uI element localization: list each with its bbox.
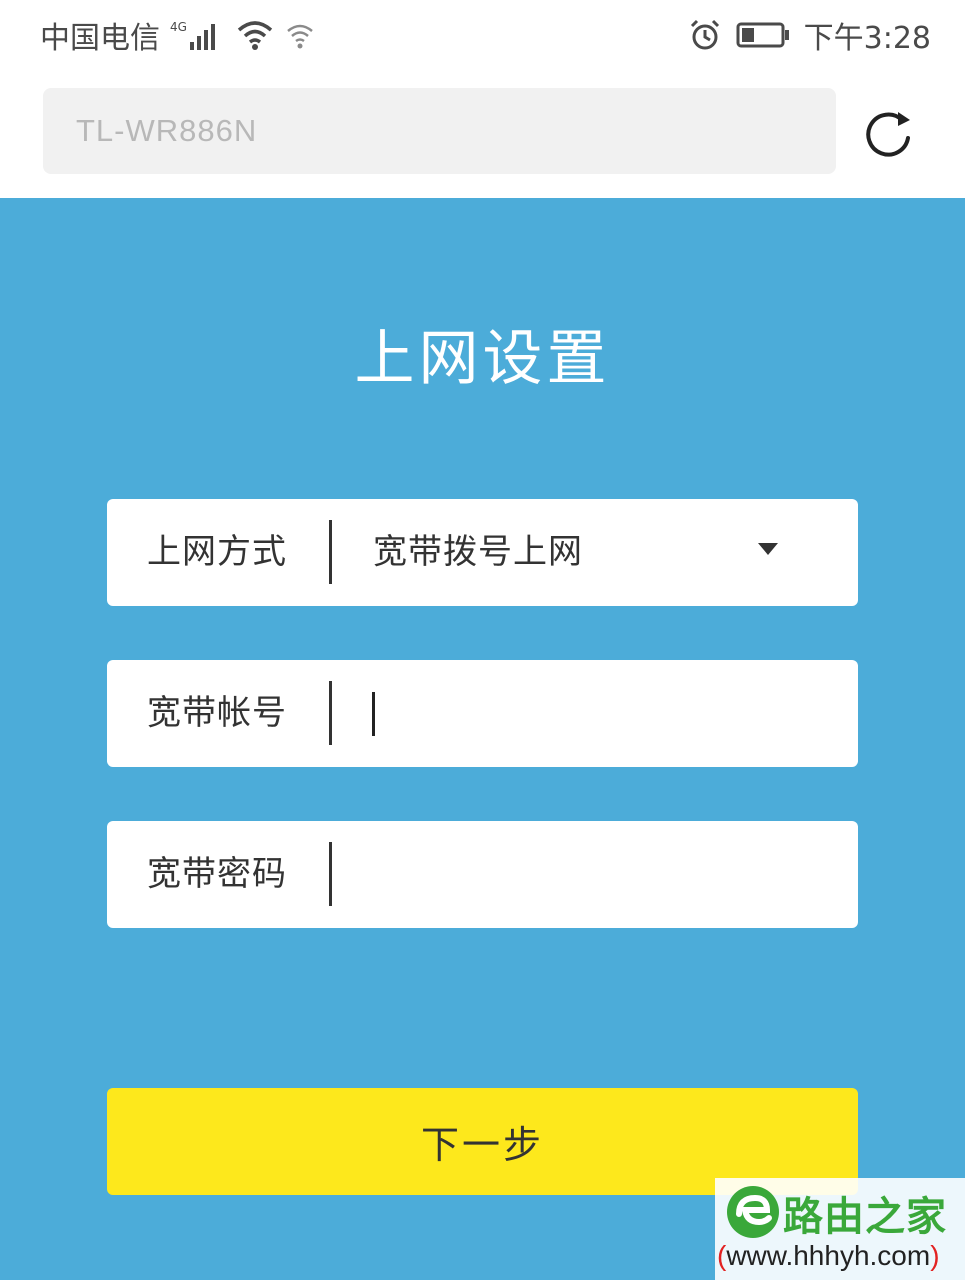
watermark-name: 路由之家 bbox=[783, 1194, 947, 1240]
watermark-url: (www.hhhyh.com) bbox=[717, 1240, 940, 1271]
password-field[interactable]: 宽带密码 bbox=[107, 821, 858, 928]
wifi-icon bbox=[236, 19, 274, 51]
clock-label: 下午3:28 bbox=[803, 21, 931, 56]
url-field[interactable]: TL-WR886N bbox=[43, 88, 836, 174]
network-type-label: 4G bbox=[170, 20, 187, 34]
hotspot-icon bbox=[284, 19, 316, 51]
account-field[interactable]: 宽带帐号 bbox=[107, 660, 858, 767]
connection-type-label: 上网方式 bbox=[147, 532, 287, 572]
text-cursor bbox=[372, 692, 375, 736]
watermark: 路由之家 (www.hhhyh.com) bbox=[715, 1178, 965, 1280]
main-content: 上网设置 上网方式 宽带拨号上网 宽带帐号 宽带密码 下一步 bbox=[0, 198, 965, 1280]
connection-type-value: 宽带拨号上网 bbox=[373, 532, 583, 572]
alarm-icon bbox=[688, 18, 722, 52]
battery-icon bbox=[736, 21, 790, 49]
carrier-label: 中国电信 bbox=[40, 21, 160, 56]
status-bar: 中国电信 4G 下午3:28 bbox=[0, 0, 965, 70]
field-divider bbox=[329, 842, 332, 906]
address-bar: TL-WR886N bbox=[0, 70, 965, 198]
dropdown-arrow-icon[interactable] bbox=[758, 543, 778, 555]
password-label: 宽带密码 bbox=[147, 854, 287, 894]
connection-type-select[interactable]: 上网方式 宽带拨号上网 bbox=[107, 499, 858, 606]
status-bar-left: 中国电信 4G bbox=[40, 13, 316, 57]
page-title: 上网设置 bbox=[354, 324, 611, 394]
field-divider bbox=[329, 520, 332, 584]
reload-icon[interactable] bbox=[862, 108, 918, 164]
watermark-logo-icon bbox=[723, 1182, 783, 1242]
status-bar-right: 下午3:28 bbox=[688, 13, 931, 57]
account-label: 宽带帐号 bbox=[147, 693, 287, 733]
signal-icon: 4G bbox=[170, 18, 226, 52]
field-divider bbox=[329, 681, 332, 745]
